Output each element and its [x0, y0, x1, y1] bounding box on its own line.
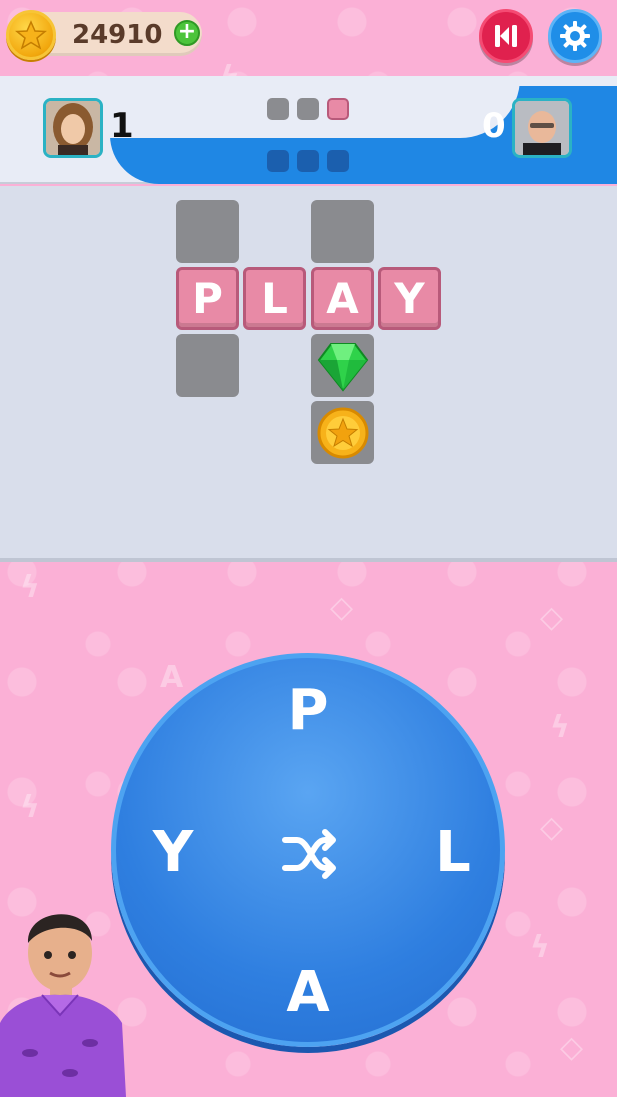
- score-panel: 1 0: [0, 76, 617, 186]
- opponent-score: 0: [482, 106, 506, 146]
- coin-reward-cell: [311, 401, 374, 464]
- coin-icon: [6, 10, 56, 60]
- gem-deco-icon: ◇: [560, 1030, 584, 1065]
- letter-tile: L: [243, 267, 306, 330]
- lightning-deco-icon: ϟ: [20, 790, 40, 825]
- player-progress-dot: [327, 98, 349, 120]
- player-score: 1: [110, 106, 134, 146]
- coin-count: 24910: [72, 20, 163, 50]
- gem-deco-icon: ◇: [540, 810, 564, 845]
- player-progress-dot: [297, 98, 319, 120]
- coin-icon: [317, 407, 368, 458]
- lightning-deco-icon: ϟ: [530, 930, 550, 965]
- letter-tile: Y: [378, 267, 441, 330]
- lightning-deco-icon: ϟ: [20, 570, 40, 605]
- opponent-progress-dot: [267, 150, 289, 172]
- shuffle-icon[interactable]: [281, 826, 341, 882]
- hint-button[interactable]: [479, 9, 533, 63]
- letter-tile: P: [176, 267, 239, 330]
- lightning-deco-icon: ϟ: [550, 710, 570, 745]
- empty-cell: [176, 200, 239, 263]
- gem-deco-icon: ◇: [330, 590, 354, 625]
- hint-icon: [495, 25, 517, 47]
- opponent-avatar: [512, 98, 572, 158]
- crossword-board: P L A Y: [0, 186, 617, 562]
- player-avatar: [43, 98, 103, 158]
- gear-icon: [560, 21, 590, 51]
- opponent-progress-dot: [297, 150, 319, 172]
- player-progress-dot: [267, 98, 289, 120]
- letter-wheel[interactable]: P L A Y: [111, 653, 505, 1047]
- wheel-letter-right[interactable]: L: [418, 820, 488, 885]
- wheel-letter-bottom[interactable]: A: [273, 960, 343, 1025]
- letter-tile: A: [311, 267, 374, 330]
- empty-cell: [311, 200, 374, 263]
- mascot-character: [0, 914, 126, 1097]
- opponent-progress-dot: [327, 150, 349, 172]
- letter-a-deco-icon: A: [160, 660, 184, 695]
- star-icon: [15, 20, 47, 50]
- settings-button[interactable]: [548, 9, 602, 63]
- add-coins-button[interactable]: +: [174, 20, 200, 46]
- wheel-letter-left[interactable]: Y: [138, 820, 208, 885]
- gem-reward-cell: [311, 334, 374, 397]
- gem-icon: [317, 342, 368, 392]
- gem-deco-icon: ◇: [540, 600, 564, 635]
- empty-cell: [176, 334, 239, 397]
- wheel-letter-top[interactable]: P: [273, 678, 343, 743]
